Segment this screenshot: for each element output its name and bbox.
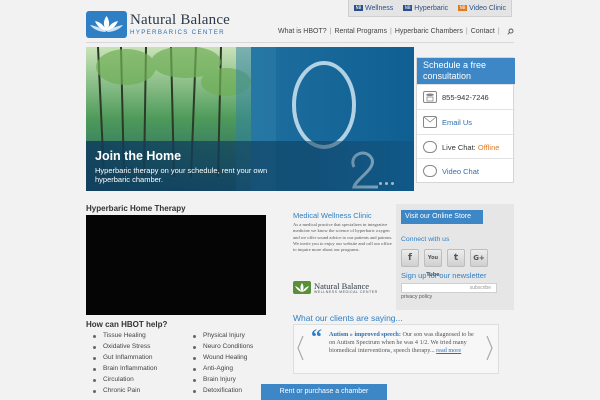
- chat-bubble-icon: [423, 141, 437, 153]
- brand-subtitle: HYPERBARICS CENTER: [130, 28, 225, 36]
- top-tabs: NB Wellness NB Hyperbaric NB Video Clini…: [348, 0, 512, 17]
- medical-clinic-title[interactable]: Medical Wellness Clinic: [293, 211, 372, 220]
- phone-row[interactable]: 855-942-7246: [417, 84, 515, 109]
- medical-clinic-text: As a medical practice that specializes i…: [293, 222, 393, 253]
- site-logo[interactable]: Natural Balance HYPERBARICS CENTER: [86, 11, 230, 38]
- connect-heading: Connect with us: [401, 236, 450, 243]
- privacy-policy-link[interactable]: privacy policy: [401, 294, 432, 300]
- help-item[interactable]: Gut Inflammation: [86, 353, 186, 363]
- help-item[interactable]: Physical Injury: [186, 331, 276, 341]
- hyperbaric-tab-icon: NB: [403, 5, 413, 11]
- help-list: Tissue Healing Physical Injury Oxidative…: [86, 331, 276, 396]
- read-more-link[interactable]: read more: [436, 347, 461, 354]
- nav-rental-programs[interactable]: Rental Programs: [334, 28, 387, 35]
- schedule-panel: Schedule a free consultation 855-942-724…: [416, 57, 515, 183]
- help-item[interactable]: Chronic Pain: [86, 386, 186, 396]
- schedule-panel-title: Schedule a free consultation: [417, 58, 515, 84]
- tab-hyperbaric-label: Hyperbaric: [414, 4, 449, 12]
- phone-icon: [423, 91, 437, 103]
- tab-video-clinic-label: Video Clinic: [469, 4, 506, 12]
- nav-separator: |: [465, 28, 468, 35]
- google-plus-icon[interactable]: G+: [470, 249, 488, 267]
- tab-hyperbaric[interactable]: NB Hyperbaric: [403, 5, 448, 12]
- live-chat-label: Live Chat:: [442, 142, 476, 152]
- nav-what-is-hbot[interactable]: What is HBOT?: [278, 28, 327, 35]
- next-arrow-icon[interactable]: [486, 335, 493, 361]
- wellness-logo-name: Natural Balance: [314, 280, 369, 291]
- search-icon[interactable]: [507, 28, 514, 35]
- live-chat-row[interactable]: Live Chat: Offline: [417, 134, 515, 159]
- carousel-dots[interactable]: [379, 182, 394, 185]
- youtube-icon[interactable]: You Tube: [424, 249, 442, 278]
- help-item[interactable]: Brain Inflammation: [86, 364, 186, 374]
- brand-name: Natural Balance: [130, 11, 231, 28]
- help-title: How can HBOT help?: [86, 320, 168, 329]
- phone-number: 855-942-7246: [442, 92, 489, 102]
- wellness-tab-icon: NB: [354, 5, 363, 11]
- subscribe-input[interactable]: subscribe: [401, 283, 497, 293]
- help-item[interactable]: Anti-Aging: [186, 364, 276, 374]
- help-item[interactable]: Oxidative Stress: [86, 342, 186, 352]
- testimonials-title: What our clients are saying...: [293, 313, 403, 323]
- social-icons: f You Tube t G+: [401, 249, 488, 278]
- video-clinic-tab-icon: NB: [458, 5, 468, 11]
- envelope-icon: [423, 116, 437, 128]
- email-link: Email Us: [442, 117, 473, 127]
- tab-wellness-label: Wellness: [365, 4, 394, 12]
- nav-separator: |: [389, 28, 392, 35]
- video-chat-icon: [423, 165, 437, 177]
- video-chat-row[interactable]: Video Chat: [417, 158, 515, 183]
- video-player[interactable]: [86, 215, 266, 315]
- nav-separator: |: [497, 28, 500, 35]
- rent-purchase-button[interactable]: Rent or purchase a chamber: [261, 384, 387, 400]
- lotus-logo-icon: [293, 281, 311, 294]
- newsletter-heading: Sign up for our newsletter: [401, 271, 487, 280]
- tab-video-clinic[interactable]: NB Video Clinic: [458, 5, 506, 12]
- hero-title: Join the Home: [95, 149, 182, 163]
- email-row[interactable]: Email Us: [417, 109, 515, 134]
- prev-arrow-icon[interactable]: [297, 335, 304, 361]
- testimonial-headline: Autism » improved speech:: [329, 331, 401, 338]
- quote-icon: “: [311, 324, 322, 349]
- home-therapy-title: Hyperbaric Home Therapy: [86, 204, 186, 213]
- wellness-center-logo[interactable]: Natural Balance WELLNESS MEDICAL CENTER: [293, 281, 378, 294]
- nav-hyperbaric-chambers[interactable]: Hyperbaric Chambers: [395, 28, 463, 35]
- twitter-icon[interactable]: t: [447, 249, 465, 267]
- help-item[interactable]: Circulation: [86, 375, 186, 385]
- help-item[interactable]: Tissue Healing: [86, 331, 186, 341]
- testimonial-text: Autism » improved speech: Our son was di…: [329, 331, 479, 356]
- live-chat-status: Offline: [477, 142, 500, 152]
- online-store-button[interactable]: Visit our Online Store: [401, 210, 483, 224]
- tab-wellness[interactable]: NB Wellness: [354, 5, 393, 12]
- nav-separator: |: [329, 28, 332, 35]
- header-divider: [86, 42, 514, 43]
- hero-banner[interactable]: Join the Home Hyperbaric therapy on your…: [86, 47, 414, 191]
- video-chat-link: Video Chat: [442, 166, 479, 176]
- wellness-logo-sub: WELLNESS MEDICAL CENTER: [314, 289, 378, 294]
- facebook-icon[interactable]: f: [401, 249, 419, 267]
- help-item[interactable]: Wound Healing: [186, 353, 276, 363]
- help-item[interactable]: Neuro Conditions: [186, 342, 276, 352]
- main-nav: What is HBOT? | Rental Programs | Hyperb…: [278, 28, 514, 35]
- hero-text: Hyperbaric therapy on your schedule, ren…: [95, 166, 268, 184]
- lotus-logo-icon: [86, 11, 127, 38]
- nav-contact[interactable]: Contact: [471, 28, 495, 35]
